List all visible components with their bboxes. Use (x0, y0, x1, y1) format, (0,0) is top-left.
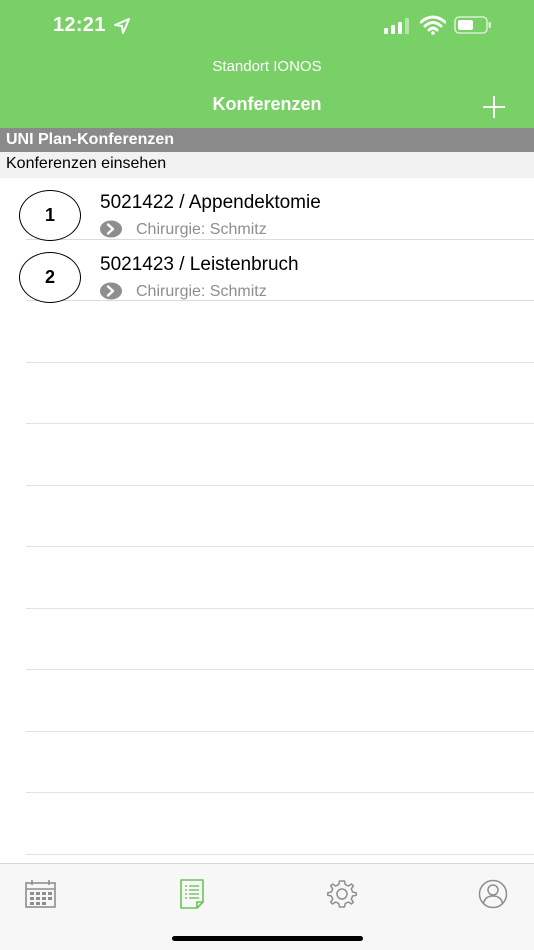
list-item[interactable]: 2 5021423 / Leistenbruch Chirurgie: Schm… (0, 240, 534, 303)
item-subtitle: Chirurgie: Schmitz (136, 282, 267, 300)
empty-row (0, 301, 534, 363)
empty-row (0, 547, 534, 609)
location-arrow-icon (114, 18, 130, 34)
calendar-icon[interactable] (24, 879, 58, 909)
conference-list: 1 5021422 / Appendektomie Chirurgie: Sch… (0, 178, 534, 855)
location-label: Standort IONOS (212, 58, 322, 75)
empty-row (0, 363, 534, 425)
item-subtitle: Chirurgie: Schmitz (136, 221, 267, 238)
chevron-right-icon (100, 220, 122, 238)
gear-icon[interactable] (325, 879, 359, 909)
profile-icon[interactable] (476, 879, 510, 909)
home-indicator[interactable] (172, 936, 363, 941)
empty-row (0, 486, 534, 548)
item-title: 5021422 / Appendektomie (100, 192, 321, 213)
list-document-icon[interactable] (174, 879, 208, 909)
section-header: UNI Plan-Konferenzen (0, 128, 534, 152)
empty-row (0, 670, 534, 732)
item-number-badge: 2 (19, 251, 81, 303)
status-time: 12:21 (53, 14, 106, 36)
wifi-icon (420, 15, 446, 35)
battery-icon (454, 16, 491, 34)
list-item[interactable]: 1 5021422 / Appendektomie Chirurgie: Sch… (0, 178, 534, 241)
empty-row (0, 609, 534, 671)
item-title: 5021423 / Leistenbruch (100, 253, 299, 275)
chevron-right-icon (100, 282, 122, 299)
navigation-header: 12:21 Standort IONOS Konferenzen (0, 0, 534, 128)
empty-row (0, 424, 534, 486)
add-icon[interactable] (478, 91, 510, 123)
empty-row (0, 732, 534, 794)
cellular-signal-icon (384, 18, 409, 34)
item-number-badge: 1 (19, 190, 81, 241)
section-subheader: Konferenzen einsehen (0, 152, 534, 178)
empty-row (0, 793, 534, 855)
page-title: Konferenzen (212, 94, 322, 114)
